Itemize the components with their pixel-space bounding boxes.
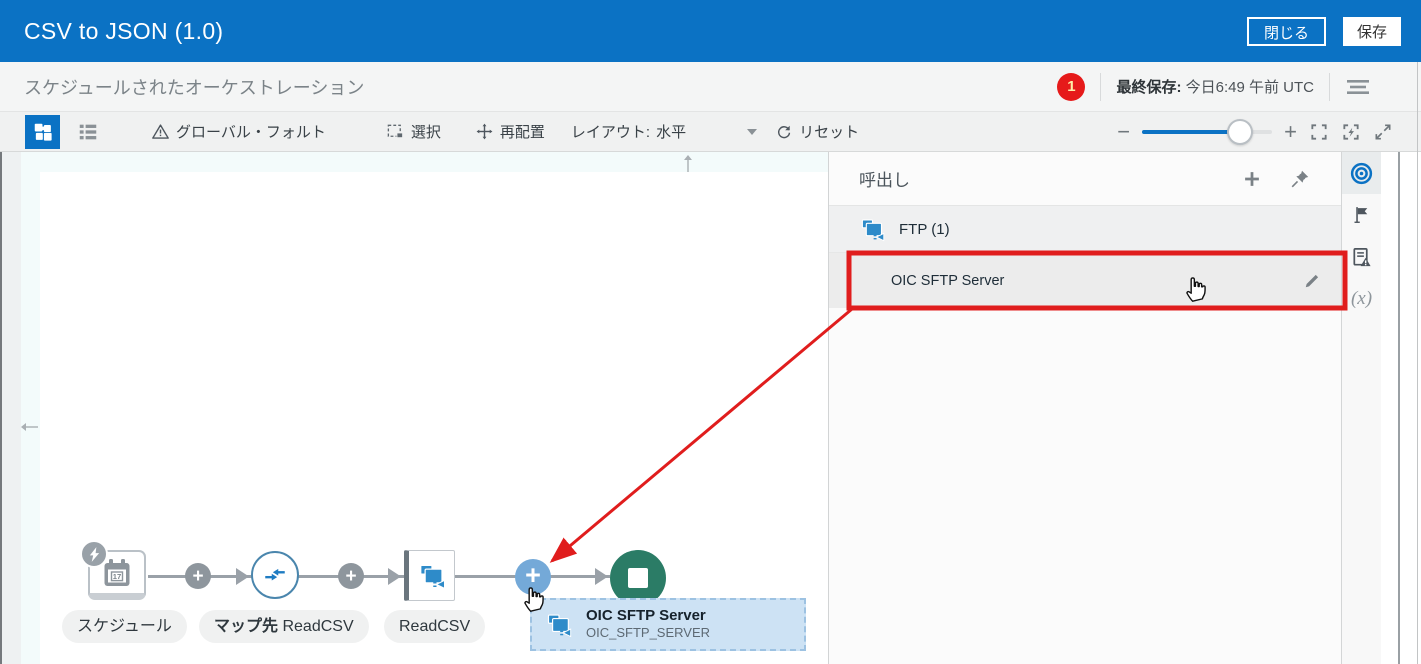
trigger-bolt-icon [80, 540, 108, 568]
readcsv-node-label[interactable]: ReadCSV [384, 610, 485, 643]
svg-text:17: 17 [113, 571, 121, 580]
zoom-slider-fill [1142, 130, 1240, 134]
invoke-panel-header: 呼出し [829, 152, 1341, 206]
side-rail: (x) [1341, 152, 1381, 664]
pan-up-icon[interactable] [681, 155, 695, 173]
menu-icon[interactable] [1345, 78, 1371, 96]
integration-pattern-label: スケジュールされたオーケストレーション [24, 74, 364, 100]
readcsv-node[interactable] [404, 550, 455, 601]
annotation-step-badge: 1 [1057, 73, 1085, 101]
list-view-icon [77, 121, 99, 143]
close-button[interactable]: 閉じる [1247, 17, 1326, 46]
canvas-left-rail [0, 152, 21, 664]
add-connection-icon[interactable] [1241, 168, 1263, 190]
rail-item-target[interactable] [1342, 152, 1381, 194]
reset-icon [775, 123, 793, 141]
warning-triangle-icon [151, 122, 170, 141]
ftp-adapter-icon [859, 216, 886, 243]
drop-target-title: OIC SFTP Server [586, 607, 710, 626]
rail-item-milestone[interactable] [1342, 194, 1381, 236]
variables-x-icon: (x) [1351, 288, 1372, 310]
rail-item-variables[interactable]: (x) [1342, 278, 1381, 320]
pin-panel-icon[interactable] [1289, 168, 1311, 190]
global-fault-button[interactable]: グローバル・フォルト [151, 121, 326, 142]
canvas-view-button[interactable] [25, 115, 60, 149]
drop-target-text: OIC SFTP Server OIC_SFTP_SERVER [586, 607, 710, 643]
connector-arrowhead [388, 568, 401, 585]
zoom-slider[interactable] [1142, 119, 1272, 145]
reposition-button[interactable]: 再配置 [475, 121, 545, 142]
rail-item-errors[interactable] [1342, 236, 1381, 278]
header-actions: 閉じる 保存 [1247, 17, 1401, 46]
canvas-scroll-strip-left [21, 152, 40, 664]
schedule-node-label[interactable]: スケジュール [62, 610, 187, 643]
caret-down-icon[interactable] [747, 129, 757, 135]
divider [1329, 73, 1330, 101]
pan-left-icon[interactable] [21, 420, 39, 434]
save-button[interactable]: 保存 [1343, 17, 1401, 46]
select-tool-button[interactable]: 選択 [386, 121, 441, 142]
list-view-button[interactable] [70, 115, 105, 149]
reset-label: リセット [799, 121, 859, 142]
add-action-button[interactable]: + [338, 563, 364, 589]
divider [1100, 73, 1101, 101]
connection-item-label: OIC SFTP Server [891, 273, 1004, 289]
drop-target-subtitle: OIC_SFTP_SERVER [586, 625, 710, 642]
adapter-group-row-ftp[interactable]: FTP (1) [829, 206, 1341, 253]
zoom-out-button[interactable]: − [1117, 121, 1130, 143]
map-arrows-icon [262, 562, 288, 588]
gutter-scroll-line [1398, 152, 1400, 664]
reposition-label: 再配置 [500, 121, 545, 142]
move-icon [475, 122, 494, 141]
last-saved-text: 最終保存: 今日6:49 午前 UTC [1116, 76, 1314, 97]
add-action-button[interactable]: + [185, 563, 211, 589]
layout-value: 水平 [656, 121, 686, 142]
window-edge-line [1417, 62, 1418, 664]
expand-icon[interactable] [1373, 122, 1393, 142]
connector-arrowhead [595, 568, 608, 585]
zoom-in-button[interactable]: + [1284, 121, 1297, 143]
last-saved-label: 最終保存: [1116, 79, 1181, 96]
right-gutter [1381, 152, 1421, 664]
drop-target-box[interactable]: OIC SFTP Server OIC_SFTP_SERVER [530, 598, 806, 651]
edit-pencil-icon[interactable] [1302, 270, 1323, 291]
connection-item-row[interactable]: OIC SFTP Server [829, 253, 1341, 308]
marquee-select-icon [386, 122, 405, 141]
invoke-panel-title: 呼出し [859, 166, 910, 191]
layout-dropdown[interactable]: レイアウト: 水平 [571, 121, 757, 142]
zoom-actual-icon[interactable] [1341, 122, 1361, 142]
add-invoke-drop-button[interactable]: + [515, 559, 551, 595]
app-header: CSV to JSON (1.0) 閉じる 保存 [0, 0, 1421, 62]
map-node[interactable] [251, 551, 299, 599]
zoom-slider-thumb[interactable] [1227, 119, 1253, 145]
ftp-adapter-icon [417, 561, 447, 591]
global-fault-label: グローバル・フォルト [176, 121, 326, 142]
map-node-label[interactable]: マップ先 ReadCSV [199, 610, 369, 643]
page-title: CSV to JSON (1.0) [24, 18, 223, 45]
ftp-adapter-icon [545, 611, 573, 639]
bullseye-icon [1349, 161, 1374, 186]
map-label-prefix: マップ先 [214, 618, 278, 635]
stop-square-icon [628, 568, 648, 588]
reset-layout-button[interactable]: リセット [775, 121, 859, 142]
puzzle-icon [32, 121, 54, 143]
zoom-controls: − + [1117, 119, 1393, 145]
connector-arrowhead [236, 568, 249, 585]
subheader-right: 1 最終保存: 今日6:49 午前 UTC [1057, 73, 1397, 101]
canvas-toolbar: グローバル・フォルト 選択 再配置 レイアウト: 水平 [0, 112, 1421, 152]
adapter-group-label: FTP (1) [899, 221, 950, 238]
document-warning-icon [1350, 246, 1373, 269]
flag-icon [1351, 204, 1372, 226]
layout-label: レイアウト: [571, 121, 650, 142]
subheader-bar: スケジュールされたオーケストレーション 1 最終保存: 今日6:49 午前 UT… [0, 62, 1421, 112]
zoom-fit-icon[interactable] [1309, 122, 1329, 142]
select-label: 選択 [411, 121, 441, 142]
last-saved-value: 今日6:49 午前 UTC [1186, 79, 1314, 96]
canvas-scroll-strip-top [21, 152, 828, 172]
invoke-panel: 呼出し FTP (1) OIC SFTP Server [828, 152, 1341, 664]
map-label-target: ReadCSV [278, 618, 354, 635]
orchestration-canvas[interactable]: 17 + + + スケジュール マップ先 ReadCSV [0, 152, 828, 664]
